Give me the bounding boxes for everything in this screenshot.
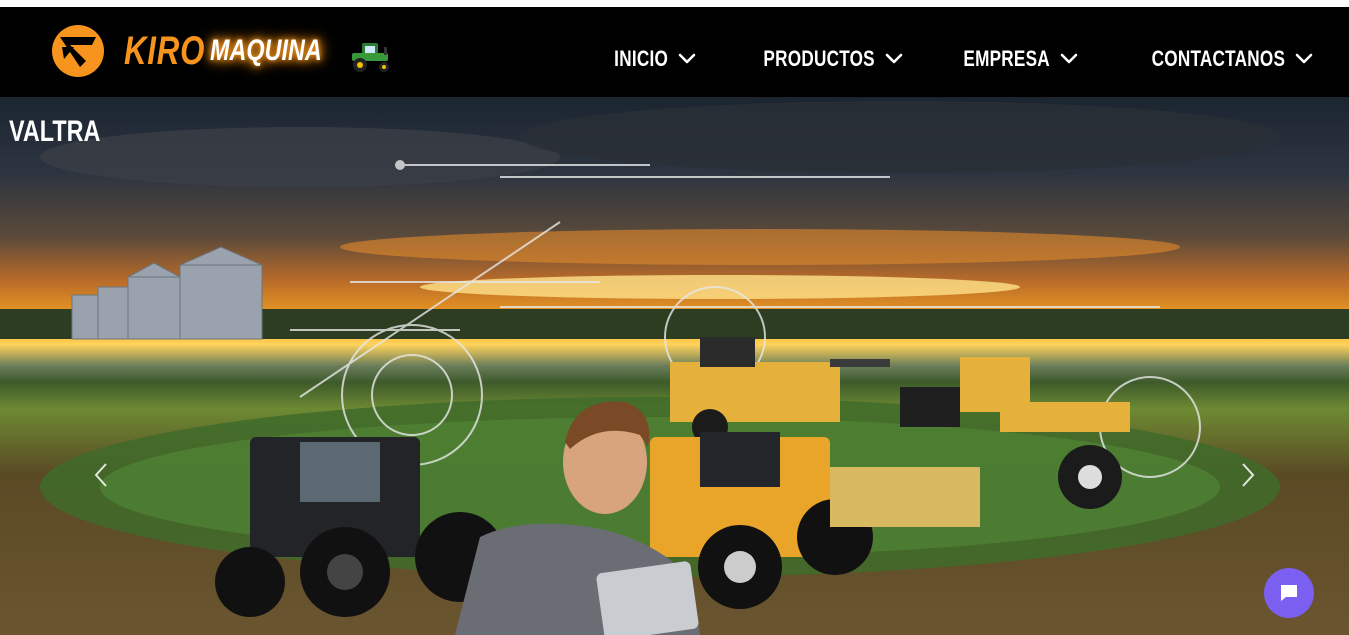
menu-label: INICIO: [614, 46, 669, 71]
menu-item-inicio[interactable]: INICIO: [599, 46, 696, 72]
chat-button[interactable]: [1264, 568, 1314, 618]
chevron-down-icon: [678, 53, 696, 64]
tractor-icon: [352, 43, 389, 72]
menu-label: CONTACTANOS: [1151, 46, 1285, 71]
menu-label: EMPRESA: [963, 46, 1050, 71]
main-menu: INICIO PRODUCTOS EMPRESA CONTACTANOS: [563, 14, 1313, 104]
top-strip: [0, 0, 1349, 7]
chevron-down-icon: [885, 53, 903, 64]
brand-name-secondary: MAQUINA: [210, 34, 322, 67]
slide-title: VALTRA: [9, 115, 101, 148]
hero-slider: VALTRA: [0, 97, 1349, 635]
chevron-down-icon: [1060, 53, 1078, 64]
brand-name-primary: KIRO: [124, 28, 206, 73]
silos-graphic: [71, 246, 263, 340]
site-header: KIRO MAQUINA INICIO PRODUCTOS EMPRESA CO…: [0, 7, 1349, 97]
chevron-down-icon: [1295, 53, 1313, 64]
chevron-left-icon[interactable]: [91, 460, 111, 490]
site-logo[interactable]: KIRO MAQUINA: [48, 23, 330, 79]
kiro-logo-icon: [52, 25, 104, 77]
chevron-right-icon[interactable]: [1238, 460, 1258, 490]
menu-label: PRODUCTOS: [763, 46, 875, 71]
hero-image: [0, 101, 1349, 635]
menu-item-empresa[interactable]: EMPRESA: [939, 46, 1078, 72]
menu-item-contactanos[interactable]: CONTACTANOS: [1114, 46, 1313, 72]
chat-bubble-icon: [1281, 585, 1297, 601]
menu-item-productos[interactable]: PRODUCTOS: [732, 46, 903, 72]
